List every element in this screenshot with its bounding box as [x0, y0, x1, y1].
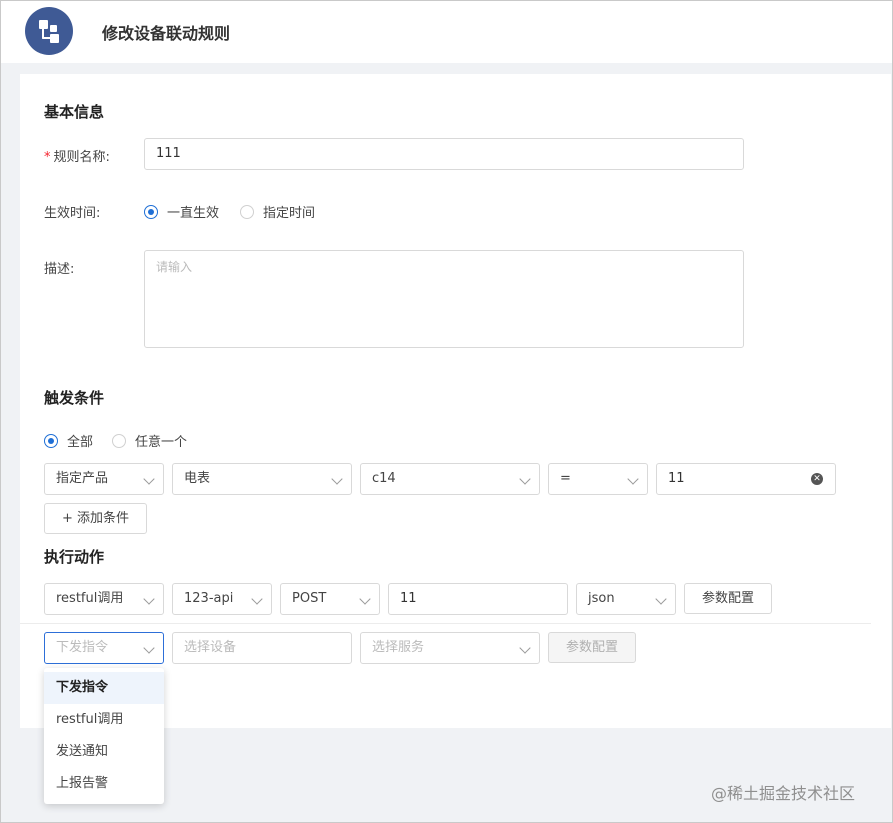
condition-product-select[interactable]: 电表 — [172, 463, 352, 495]
action-type-select[interactable]: restful调用 — [44, 583, 164, 615]
chevron-down-icon — [143, 642, 155, 654]
condition-value-input[interactable]: 11 ✕ — [656, 463, 836, 495]
chevron-down-icon — [519, 642, 531, 654]
description-textarea[interactable]: 请输入 — [144, 250, 744, 348]
param-config-button-disabled: 参数配置 — [548, 632, 636, 663]
dropdown-option[interactable]: 发送通知 — [44, 736, 164, 768]
action-format-value: json — [588, 591, 615, 606]
radio-any-label: 任意一个 — [135, 435, 188, 450]
condition-operator-value: = — [560, 471, 571, 486]
condition-target-select[interactable]: 指定产品 — [44, 463, 164, 495]
clear-icon[interactable]: ✕ — [811, 473, 823, 485]
radio-unchecked-icon — [240, 204, 254, 219]
condition-target-value: 指定产品 — [56, 471, 109, 486]
rule-name-input[interactable]: 111 — [144, 138, 744, 170]
page-header: 修改设备联动规则 — [1, 1, 892, 63]
service-select[interactable]: 选择服务 — [360, 632, 540, 664]
rule-name-label: * 规则名称: — [44, 146, 110, 165]
chevron-down-icon — [359, 593, 371, 605]
form-card — [20, 74, 891, 728]
radio-specified-label: 指定时间 — [263, 206, 316, 221]
param-config-button[interactable]: 参数配置 — [684, 583, 772, 614]
watermark: @稀土掘金技术社区 — [711, 784, 856, 803]
radio-checked-icon — [44, 433, 58, 448]
radio-all-label: 全部 — [67, 435, 94, 450]
section-action-title: 执行动作 — [44, 548, 105, 566]
radio-always-label: 一直生效 — [167, 206, 220, 221]
radio-any[interactable]: 任意一个 — [112, 431, 187, 450]
action-api-value: 123-api — [184, 591, 234, 606]
required-mark: * — [44, 150, 51, 165]
action-format-select[interactable]: json — [576, 583, 676, 615]
chevron-down-icon — [331, 473, 343, 485]
description-label: 描述: — [44, 262, 75, 277]
rule-name-label-text: 规则名称: — [53, 150, 110, 165]
effective-time-label: 生效时间: — [44, 206, 101, 221]
device-select[interactable]: 选择设备 — [172, 632, 352, 664]
radio-specified-time[interactable]: 指定时间 — [240, 202, 315, 221]
chevron-down-icon — [655, 593, 667, 605]
dropdown-option[interactable]: 上报告警 — [44, 768, 164, 800]
dropdown-option[interactable]: restful调用 — [44, 704, 164, 736]
chevron-down-icon — [143, 593, 155, 605]
dropdown-option[interactable]: 下发指令 — [44, 672, 164, 704]
chevron-down-icon — [143, 473, 155, 485]
radio-all[interactable]: 全部 — [44, 431, 93, 450]
action-method-value: POST — [292, 591, 327, 606]
action-type-dropdown: 下发指令 restful调用 发送通知 上报告警 — [44, 668, 164, 804]
flow-icon — [25, 7, 73, 55]
radio-unchecked-icon — [112, 433, 126, 448]
condition-value-text: 11 — [668, 471, 685, 486]
condition-product-value: 电表 — [184, 471, 211, 486]
action-method-select[interactable]: POST — [280, 583, 380, 615]
action-api-select[interactable]: 123-api — [172, 583, 272, 615]
radio-checked-icon — [144, 204, 158, 219]
page-title: 修改设备联动规则 — [102, 24, 231, 43]
section-basic-title: 基本信息 — [44, 103, 105, 121]
condition-property-select[interactable]: c14 — [360, 463, 540, 495]
action2-type-placeholder: 下发指令 — [56, 640, 109, 655]
action2-type-select[interactable]: 下发指令 — [44, 632, 164, 664]
chevron-down-icon — [519, 473, 531, 485]
action-type-value: restful调用 — [56, 591, 124, 606]
chevron-down-icon — [627, 473, 639, 485]
add-condition-button[interactable]: + 添加条件 — [44, 503, 147, 534]
condition-property-value: c14 — [372, 471, 396, 486]
chevron-down-icon — [251, 593, 263, 605]
condition-operator-select[interactable]: = — [548, 463, 648, 495]
radio-always[interactable]: 一直生效 — [144, 202, 219, 221]
service-placeholder: 选择服务 — [372, 640, 425, 655]
action-value-input[interactable]: 11 — [388, 583, 568, 615]
section-trigger-title: 触发条件 — [44, 389, 105, 407]
divider — [20, 623, 871, 624]
